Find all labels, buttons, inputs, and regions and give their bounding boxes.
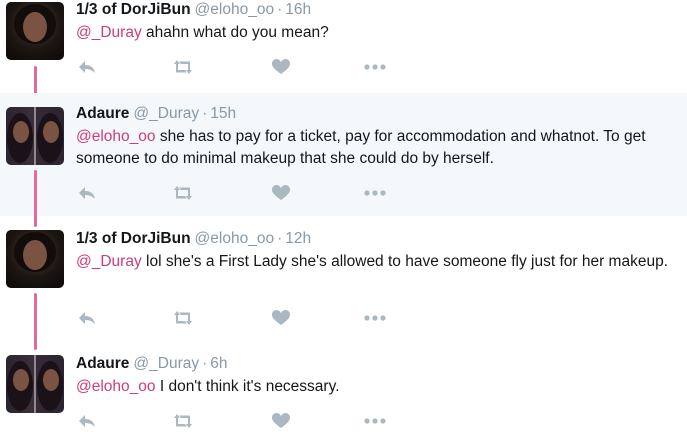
- tweet[interactable]: 1/3 of DorJiBun @eloho_oo · 12h @_Duray lol…: [0, 217, 687, 337]
- tweet-body: she has to pay for a ticket, pay for acc…: [76, 128, 646, 167]
- mention-link[interactable]: @_Duray: [76, 24, 142, 41]
- reply-button[interactable]: [76, 307, 98, 329]
- tweet[interactable]: Adaure @_Duray · 6h @eloho_oo I don't think…: [0, 338, 687, 440]
- display-name[interactable]: Adaure: [76, 105, 129, 122]
- like-button[interactable]: [270, 182, 292, 204]
- reply-icon: [79, 61, 95, 73]
- more-icon: [364, 190, 386, 196]
- more-button[interactable]: [364, 56, 386, 78]
- display-name[interactable]: 1/3 of DorJiBun: [76, 230, 191, 247]
- avatar[interactable]: [6, 230, 64, 288]
- tweet-text: @eloho_oo she has to pay for a ticket, p…: [76, 126, 672, 170]
- heart-icon: [272, 310, 290, 325]
- separator-dot: ·: [202, 355, 208, 372]
- separator-dot: ·: [202, 105, 208, 122]
- timestamp[interactable]: 6h: [210, 355, 227, 372]
- display-name[interactable]: 1/3 of DorJiBun: [76, 1, 191, 18]
- retweet-button[interactable]: [172, 56, 194, 78]
- separator-dot: ·: [277, 1, 283, 18]
- avatar[interactable]: [6, 107, 64, 165]
- username[interactable]: @_Duray: [133, 105, 199, 122]
- more-button[interactable]: [364, 182, 386, 204]
- tweet-header: 1/3 of DorJiBun @eloho_oo · 12h: [76, 230, 311, 248]
- tweet-body: I don't think it's necessary.: [155, 378, 340, 395]
- tweet-text: @_Duray ahahn what do you mean?: [76, 22, 672, 44]
- mention-link[interactable]: @eloho_oo: [76, 378, 156, 395]
- reply-button[interactable]: [76, 56, 98, 78]
- timestamp[interactable]: 15h: [210, 105, 236, 122]
- separator-dot: ·: [277, 230, 283, 247]
- heart-icon: [272, 413, 290, 428]
- retweet-icon: [174, 311, 192, 325]
- tweet[interactable]: 1/3 of DorJiBun @eloho_oo · 16h @_Duray aha…: [0, 0, 687, 92]
- tweet-text: @eloho_oo I don't think it's necessary.: [76, 376, 672, 398]
- more-icon: [364, 418, 386, 424]
- username[interactable]: @eloho_oo: [195, 1, 275, 18]
- mention-link[interactable]: @_Duray: [76, 253, 142, 270]
- avatar[interactable]: [6, 355, 64, 413]
- more-button[interactable]: [364, 307, 386, 329]
- retweet-button[interactable]: [172, 182, 194, 204]
- heart-icon: [272, 59, 290, 74]
- reply-icon: [79, 187, 95, 199]
- tweet-body: ahahn what do you mean?: [141, 24, 329, 41]
- tweet-header: Adaure @_Duray · 6h: [76, 355, 228, 373]
- tweet-text: @_Duray lol she's a First Lady she's all…: [76, 251, 672, 273]
- retweet-button[interactable]: [172, 307, 194, 329]
- tweet-header: Adaure @_Duray · 15h: [76, 105, 236, 123]
- timestamp[interactable]: 12h: [285, 230, 311, 247]
- tweet[interactable]: Adaure @_Duray · 15h @eloho_oo she has to p…: [0, 93, 687, 216]
- conversation-thread: 1/3 of DorJiBun @eloho_oo · 16h @_Duray aha…: [0, 0, 687, 440]
- retweet-icon: [174, 414, 192, 428]
- username[interactable]: @_Duray: [133, 355, 199, 372]
- more-button[interactable]: [364, 410, 386, 432]
- timestamp[interactable]: 16h: [285, 1, 311, 18]
- avatar[interactable]: [6, 2, 64, 60]
- username[interactable]: @eloho_oo: [195, 230, 275, 247]
- like-button[interactable]: [270, 56, 292, 78]
- like-button[interactable]: [270, 410, 292, 432]
- reply-button[interactable]: [76, 410, 98, 432]
- tweet-header: 1/3 of DorJiBun @eloho_oo · 16h: [76, 1, 311, 19]
- retweet-icon: [174, 60, 192, 74]
- display-name[interactable]: Adaure: [76, 355, 129, 372]
- retweet-icon: [174, 186, 192, 200]
- reply-icon: [79, 312, 95, 324]
- retweet-button[interactable]: [172, 410, 194, 432]
- more-icon: [364, 315, 386, 321]
- tweet-body: lol she's a First Lady she's allowed to …: [141, 253, 668, 270]
- like-button[interactable]: [270, 307, 292, 329]
- heart-icon: [272, 185, 290, 200]
- reply-button[interactable]: [76, 182, 98, 204]
- more-icon: [364, 64, 386, 70]
- reply-icon: [79, 415, 95, 427]
- mention-link[interactable]: @eloho_oo: [76, 128, 156, 145]
